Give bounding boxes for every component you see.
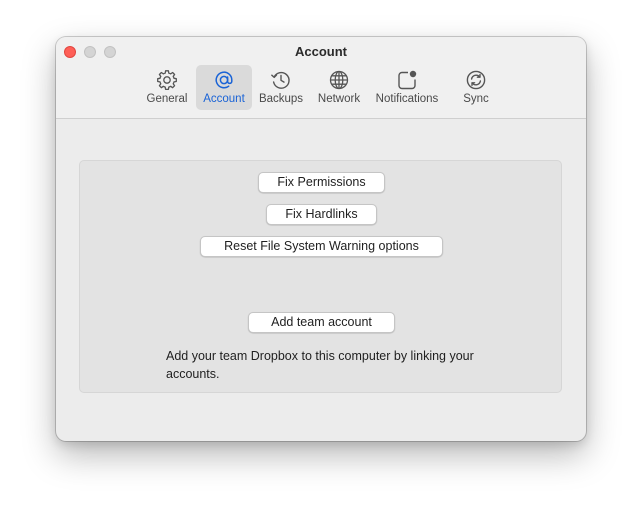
tab-account[interactable]: Account <box>196 65 252 110</box>
tab-notifications-label: Notifications <box>375 93 439 105</box>
team-account-description: Add your team Dropbox to this computer b… <box>166 349 474 381</box>
tab-network-label: Network <box>317 93 361 105</box>
fix-hardlinks-button[interactable]: Fix Hardlinks <box>266 204 377 225</box>
account-settings-panel: Fix Permissions Fix Hardlinks Reset File… <box>79 160 562 393</box>
gear-icon <box>142 69 192 91</box>
tab-network[interactable]: Network <box>313 65 365 110</box>
title-bar-toolbar: Account General Account Backups Network … <box>56 37 586 119</box>
tab-general-label: General <box>146 93 188 105</box>
tab-sync-label: Sync <box>463 93 489 105</box>
tab-account-label: Account <box>203 93 245 105</box>
tab-general[interactable]: General <box>142 65 192 110</box>
add-team-account-button[interactable]: Add team account <box>248 312 395 333</box>
sync-icon <box>452 69 500 91</box>
history-clock-icon <box>256 69 306 91</box>
tab-backups[interactable]: Backups <box>256 65 306 110</box>
tab-sync[interactable]: Sync <box>452 65 500 110</box>
notification-badge-icon <box>372 69 442 91</box>
globe-icon <box>313 69 365 91</box>
preferences-window: Account General Account Backups Network … <box>56 37 586 441</box>
window-title: Account <box>295 44 347 59</box>
tab-notifications[interactable]: Notifications <box>372 65 442 110</box>
tab-backups-label: Backups <box>258 93 304 105</box>
at-sign-icon <box>196 69 252 91</box>
reset-file-system-warnings-button[interactable]: Reset File System Warning options <box>200 236 443 257</box>
fix-permissions-button[interactable]: Fix Permissions <box>258 172 385 193</box>
